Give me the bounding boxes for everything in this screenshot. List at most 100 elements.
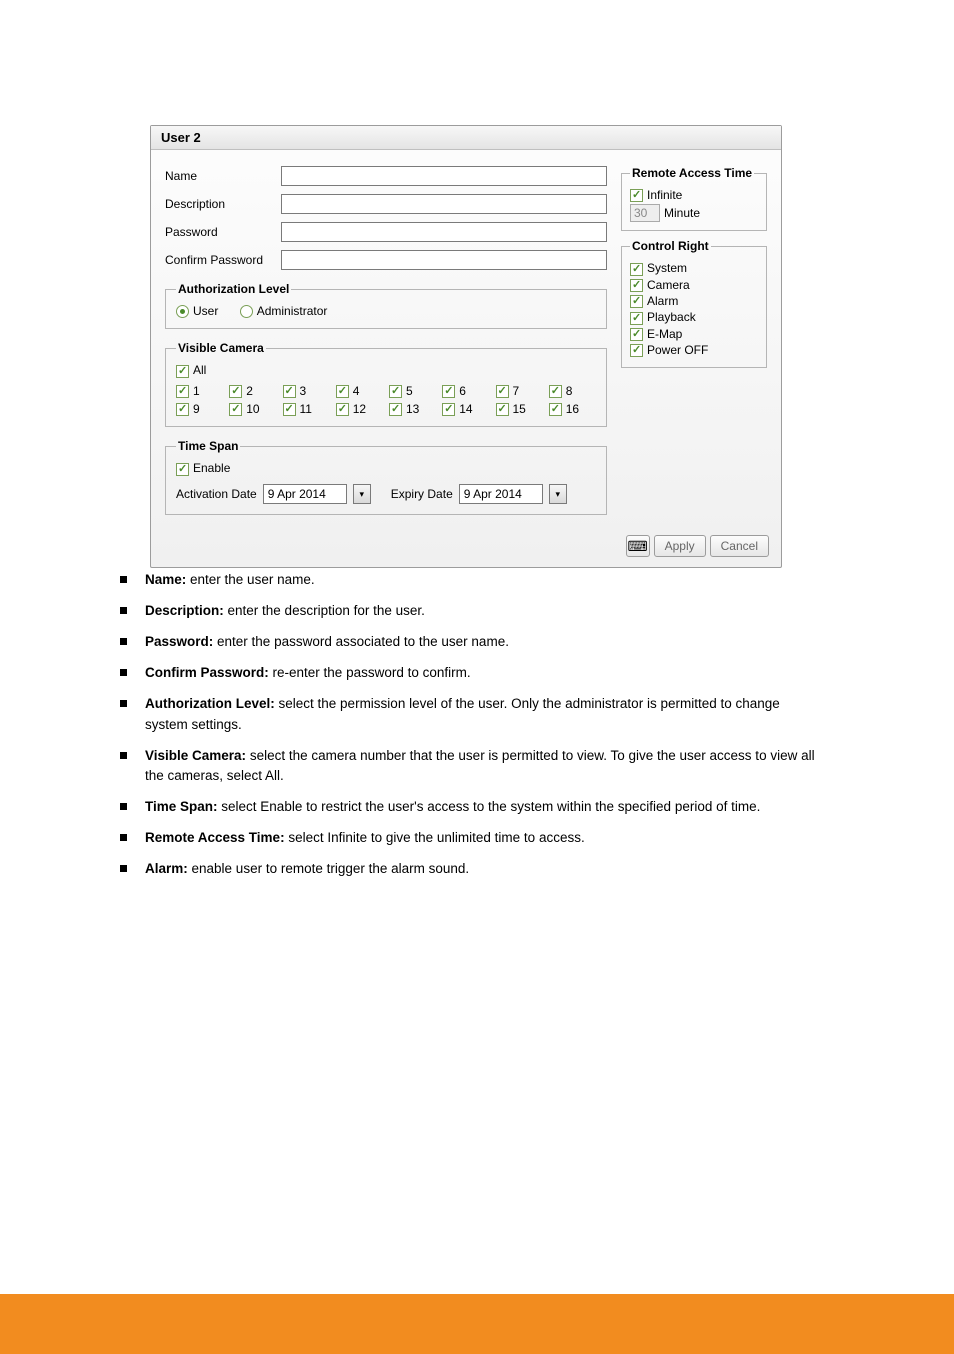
timespan-enable-checkbox[interactable]: Enable bbox=[176, 461, 230, 475]
expiry-dropdown-button[interactable]: ▾ bbox=[549, 484, 567, 504]
name-input[interactable] bbox=[281, 166, 607, 186]
camera-checkbox-7[interactable]: 7 bbox=[496, 384, 543, 398]
check-icon bbox=[336, 385, 349, 398]
control-right-group: Control Right System Camera Alarm Playback E… bbox=[621, 239, 767, 368]
bullet-square-icon bbox=[120, 752, 127, 759]
description-input[interactable] bbox=[281, 194, 607, 214]
minute-input bbox=[630, 204, 660, 222]
check-icon bbox=[283, 385, 296, 398]
check-icon bbox=[229, 385, 242, 398]
bullet-item: Description: enter the description for t… bbox=[120, 601, 820, 622]
check-icon bbox=[630, 312, 643, 325]
check-icon bbox=[630, 279, 643, 292]
radio-icon bbox=[176, 305, 189, 318]
bullet-square-icon bbox=[120, 700, 127, 707]
bullet-item: Authorization Level: select the permissi… bbox=[120, 694, 820, 736]
name-label: Name bbox=[165, 169, 281, 183]
minute-label: Minute bbox=[664, 206, 700, 220]
check-icon bbox=[630, 263, 643, 276]
camera-checkbox-10[interactable]: 10 bbox=[229, 402, 276, 416]
visible-camera-group: Visible Camera All 123456789101112131415… bbox=[165, 341, 607, 427]
check-icon bbox=[176, 403, 189, 416]
check-icon bbox=[496, 385, 509, 398]
radio-administrator[interactable]: Administrator bbox=[240, 304, 328, 318]
bullet-item: Time Span: select Enable to restrict the… bbox=[120, 797, 820, 818]
confirm-password-label: Confirm Password bbox=[165, 253, 281, 267]
dialog-title: User 2 bbox=[151, 126, 781, 150]
control-right-camera[interactable]: Camera bbox=[630, 278, 758, 292]
camera-checkbox-14[interactable]: 14 bbox=[442, 402, 489, 416]
check-icon bbox=[229, 403, 242, 416]
bullet-item: Remote Access Time: select Infinite to g… bbox=[120, 828, 820, 849]
bullet-item: Name: enter the user name. bbox=[120, 570, 820, 591]
camera-checkbox-15[interactable]: 15 bbox=[496, 402, 543, 416]
bullet-square-icon bbox=[120, 576, 127, 583]
user-settings-dialog: User 2 Name Description Password Confirm… bbox=[150, 125, 782, 568]
bullet-square-icon bbox=[120, 607, 127, 614]
time-span-group: Time Span Enable Activation Date ▾ Expir… bbox=[165, 439, 607, 514]
check-icon bbox=[442, 385, 455, 398]
authorization-legend: Authorization Level bbox=[176, 282, 291, 296]
camera-checkbox-9[interactable]: 9 bbox=[176, 402, 223, 416]
camera-all-checkbox[interactable]: All bbox=[176, 363, 206, 377]
bullet-item: Alarm: enable user to remote trigger the… bbox=[120, 859, 820, 880]
remote-access-legend: Remote Access Time bbox=[630, 166, 754, 180]
bullet-item: Visible Camera: select the camera number… bbox=[120, 746, 820, 788]
cancel-button[interactable]: Cancel bbox=[710, 535, 769, 557]
camera-checkbox-16[interactable]: 16 bbox=[549, 402, 596, 416]
check-icon bbox=[336, 403, 349, 416]
bullet-item: Password: enter the password associated … bbox=[120, 632, 820, 653]
camera-checkbox-8[interactable]: 8 bbox=[549, 384, 596, 398]
dialog-footer: ⌨ Apply Cancel bbox=[151, 527, 781, 567]
camera-checkbox-2[interactable]: 2 bbox=[229, 384, 276, 398]
page-footer-banner bbox=[0, 1294, 954, 1354]
camera-checkbox-1[interactable]: 1 bbox=[176, 384, 223, 398]
check-icon bbox=[389, 403, 402, 416]
bullet-item: Confirm Password: re-enter the password … bbox=[120, 663, 820, 684]
check-icon bbox=[283, 403, 296, 416]
description-list: Name: enter the user name. Description: e… bbox=[120, 570, 820, 890]
check-icon bbox=[389, 385, 402, 398]
check-icon bbox=[176, 365, 189, 378]
camera-checkbox-4[interactable]: 4 bbox=[336, 384, 383, 398]
camera-checkbox-3[interactable]: 3 bbox=[283, 384, 330, 398]
keyboard-icon-button[interactable]: ⌨ bbox=[626, 535, 650, 557]
control-right-playback[interactable]: Playback bbox=[630, 310, 758, 324]
bullet-square-icon bbox=[120, 638, 127, 645]
check-icon bbox=[442, 403, 455, 416]
check-icon bbox=[549, 385, 562, 398]
control-right-e-map[interactable]: E-Map bbox=[630, 327, 758, 341]
camera-checkbox-6[interactable]: 6 bbox=[442, 384, 489, 398]
expiry-date-label: Expiry Date bbox=[391, 487, 453, 501]
check-icon bbox=[630, 344, 643, 357]
check-icon bbox=[630, 189, 643, 202]
check-icon bbox=[496, 403, 509, 416]
timespan-legend: Time Span bbox=[176, 439, 240, 453]
expiry-date-input[interactable] bbox=[459, 484, 543, 504]
visible-camera-legend: Visible Camera bbox=[176, 341, 266, 355]
bullet-square-icon bbox=[120, 669, 127, 676]
camera-checkbox-13[interactable]: 13 bbox=[389, 402, 436, 416]
camera-checkbox-5[interactable]: 5 bbox=[389, 384, 436, 398]
control-right-legend: Control Right bbox=[630, 239, 711, 253]
control-right-alarm[interactable]: Alarm bbox=[630, 294, 758, 308]
activation-date-input[interactable] bbox=[263, 484, 347, 504]
activation-date-label: Activation Date bbox=[176, 487, 257, 501]
activation-dropdown-button[interactable]: ▾ bbox=[353, 484, 371, 504]
bullet-square-icon bbox=[120, 834, 127, 841]
infinite-checkbox[interactable]: Infinite bbox=[630, 188, 758, 202]
control-right-power-off[interactable]: Power OFF bbox=[630, 343, 758, 357]
camera-checkbox-12[interactable]: 12 bbox=[336, 402, 383, 416]
password-label: Password bbox=[165, 225, 281, 239]
remote-access-time-group: Remote Access Time Infinite Minute bbox=[621, 166, 767, 231]
radio-user[interactable]: User bbox=[176, 304, 218, 318]
authorization-level-group: Authorization Level User Administrator bbox=[165, 282, 607, 329]
control-right-system[interactable]: System bbox=[630, 261, 758, 275]
apply-button[interactable]: Apply bbox=[654, 535, 706, 557]
check-icon bbox=[630, 328, 643, 341]
confirm-password-input[interactable] bbox=[281, 250, 607, 270]
bullet-square-icon bbox=[120, 865, 127, 872]
dialog-content: Name Description Password Confirm Passwo… bbox=[151, 150, 781, 527]
password-input[interactable] bbox=[281, 222, 607, 242]
camera-checkbox-11[interactable]: 11 bbox=[283, 402, 330, 416]
